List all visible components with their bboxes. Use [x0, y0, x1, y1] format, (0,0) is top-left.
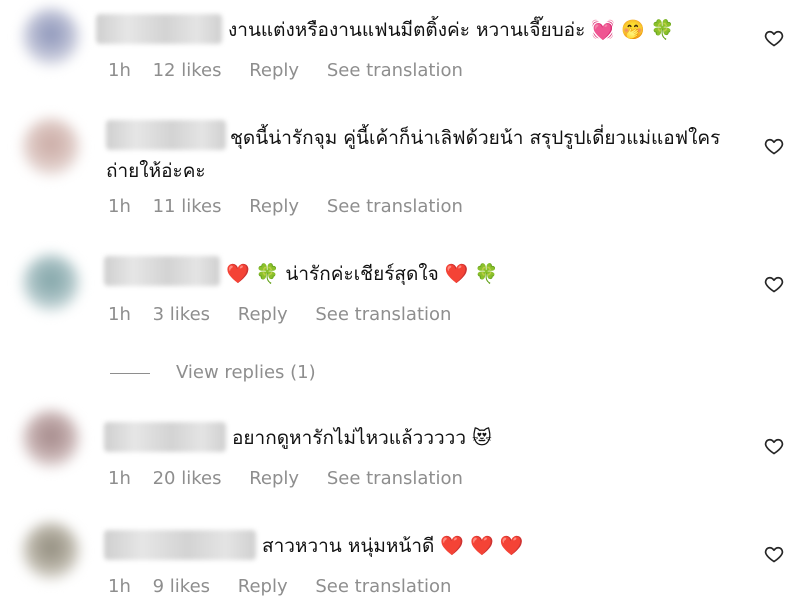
see-translation-link[interactable]: See translation	[327, 468, 463, 489]
avatar[interactable]	[22, 410, 80, 468]
comment-meta: 1h 11 likes Reply See translation	[108, 196, 479, 218]
username-blurred[interactable]	[104, 530, 256, 560]
comment-item: สาวหวาน หนุ่มหน้าดี ❤️ ❤️ ❤️ 1h 9 likes …	[0, 504, 800, 614]
avatar[interactable]	[22, 254, 80, 312]
comment-time: 1h	[108, 304, 131, 325]
view-replies-label: View replies (1)	[176, 362, 316, 383]
comment-text: งานแต่งหรืองานแฟนมีตติ้งค่ะ หวานเจี๊ยบอ่…	[228, 19, 675, 41]
comment-meta: 1h 3 likes Reply See translation	[108, 304, 467, 326]
avatar[interactable]	[22, 522, 80, 580]
replies-divider-line	[110, 372, 150, 374]
username-blurred[interactable]	[104, 256, 220, 286]
heart-outline-icon[interactable]	[764, 136, 784, 156]
comment-time: 1h	[108, 576, 131, 597]
likes-count[interactable]: 20 likes	[153, 468, 222, 489]
see-translation-link[interactable]: See translation	[327, 196, 463, 217]
comment-text: ชุดนี้น่ารักจุม คู่นี้เค้าก็น่าเลิฟด้วยน…	[106, 127, 721, 182]
see-translation-link[interactable]: See translation	[327, 60, 463, 81]
likes-count[interactable]: 12 likes	[153, 60, 222, 81]
reply-button[interactable]: Reply	[249, 60, 299, 81]
comment-text: ❤️ 🍀 น่ารักค่ะเชียร์สุดใจ ❤️ 🍀	[226, 263, 499, 285]
see-translation-link[interactable]: See translation	[315, 304, 451, 325]
comment-item: ❤️ 🍀 น่ารักค่ะเชียร์สุดใจ ❤️ 🍀 1h 3 like…	[0, 240, 800, 350]
reply-button[interactable]: Reply	[249, 196, 299, 217]
comment-meta: 1h 9 likes Reply See translation	[108, 576, 467, 598]
likes-count[interactable]: 3 likes	[153, 304, 210, 325]
likes-count[interactable]: 9 likes	[153, 576, 210, 597]
comment-item: งานแต่งหรืองานแฟนมีตติ้งค่ะ หวานเจี๊ยบอ่…	[0, 0, 800, 100]
username-blurred[interactable]	[96, 14, 222, 44]
view-replies-button[interactable]: View replies (1)	[110, 362, 316, 384]
comment-item: ชุดนี้น่ารักจุม คู่นี้เค้าก็น่าเลิฟด้วยน…	[0, 100, 800, 240]
comment-meta: 1h 12 likes Reply See translation	[108, 60, 479, 82]
heart-outline-icon[interactable]	[764, 436, 784, 456]
comment-text: สาวหวาน หนุ่มหน้าดี ❤️ ❤️ ❤️	[262, 535, 524, 557]
comment-time: 1h	[108, 468, 131, 489]
heart-outline-icon[interactable]	[764, 28, 784, 48]
reply-button[interactable]: Reply	[238, 576, 288, 597]
comment-text: อยากดูหารักไม่ไหวแล้ววววว 😻	[232, 427, 492, 449]
heart-outline-icon[interactable]	[764, 544, 784, 564]
comment-time: 1h	[108, 60, 131, 81]
avatar[interactable]	[22, 8, 80, 66]
see-translation-link[interactable]: See translation	[315, 576, 451, 597]
reply-button[interactable]: Reply	[249, 468, 299, 489]
reply-button[interactable]: Reply	[238, 304, 288, 325]
likes-count[interactable]: 11 likes	[153, 196, 222, 217]
avatar[interactable]	[22, 118, 80, 176]
heart-outline-icon[interactable]	[764, 274, 784, 294]
comment-item: อยากดูหารักไม่ไหวแล้ววววว 😻 1h 20 likes …	[0, 396, 800, 504]
username-blurred[interactable]	[104, 422, 226, 452]
comment-meta: 1h 20 likes Reply See translation	[108, 468, 479, 490]
comment-time: 1h	[108, 196, 131, 217]
